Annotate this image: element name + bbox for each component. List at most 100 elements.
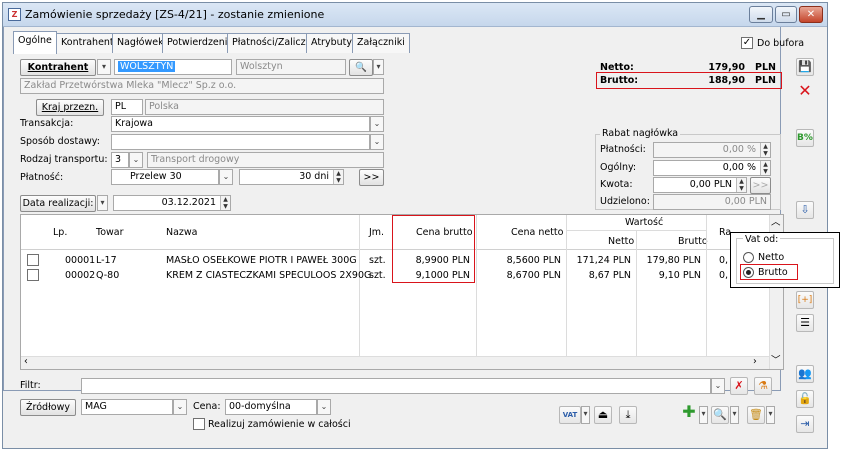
row-checkbox[interactable]	[27, 254, 39, 266]
row-rabat: 0,	[719, 255, 729, 266]
filter-funnel-icon[interactable]: ⚗	[754, 377, 772, 395]
kontrahent-button[interactable]: Kontrahent	[20, 59, 96, 76]
tab-naglowek[interactable]: Nagłówek	[112, 33, 169, 53]
search-dropdown[interactable]: ▾	[373, 59, 384, 75]
platnosc-days-field[interactable]: 30 dni	[239, 169, 344, 185]
users-icon[interactable]: 👥	[796, 365, 814, 383]
brutto-total-label: Brutto:	[600, 75, 639, 86]
minimize-button[interactable]: ▁	[749, 6, 773, 23]
zoom-icon[interactable]: 🔍	[711, 406, 729, 424]
cena-select[interactable]: 00-domyślna	[225, 399, 317, 415]
list-icon[interactable]: ☰	[796, 314, 814, 332]
filter-label: Filtr:	[20, 380, 41, 391]
rabat-platnosci-field: 0,00 %	[653, 142, 771, 158]
rabat-kwota-more-button[interactable]: >>	[750, 177, 771, 194]
rodzaj-dropdown-icon[interactable]: ⌄	[129, 152, 143, 168]
magazyn-dropdown-icon[interactable]: ⌄	[173, 399, 187, 415]
col-header-nazwa[interactable]: Nazwa	[166, 227, 198, 239]
col-header-brutto[interactable]: Brutto	[678, 236, 708, 248]
kraj-przezn-button[interactable]: Kraj przezn.	[36, 99, 104, 116]
scroll-right-icon[interactable]: ›	[753, 356, 757, 368]
search-kontrahent-button[interactable]: 🔍	[349, 59, 373, 76]
col-header-netto[interactable]: Netto	[608, 236, 634, 248]
kraj-button-label: Kraj przezn.	[41, 102, 99, 113]
zrodlowy-button[interactable]: Źródłowy	[20, 399, 76, 416]
tab-zalaczniki[interactable]: Załączniki	[352, 33, 410, 53]
tab-atrybuty[interactable]: Atrybuty	[306, 33, 357, 53]
vat-netto-radio[interactable]	[743, 252, 754, 263]
filter-input[interactable]	[81, 378, 711, 394]
platnosc-dropdown-icon[interactable]: ⌄	[219, 169, 233, 185]
save-icon[interactable]: 💾	[796, 58, 814, 76]
col-header-wartosc: Wartość	[625, 217, 664, 228]
trash-icon[interactable]: 🗑	[747, 406, 765, 424]
cena-dropdown-icon[interactable]: ⌄	[317, 399, 331, 415]
sposob-dostawy-select[interactable]	[111, 134, 370, 150]
data-realizacji-spinner[interactable]: ▲ ▼	[220, 196, 230, 210]
scroll-up-icon[interactable]: ︿	[771, 217, 781, 229]
trash-dropdown-icon[interactable]: ▾	[766, 406, 775, 424]
col-separator	[359, 215, 360, 367]
discount-icon[interactable]: B%	[796, 129, 814, 147]
zoom-dropdown-icon[interactable]: ▾	[730, 406, 739, 424]
realizuj-checkbox[interactable]	[193, 418, 205, 430]
data-realizacji-button[interactable]: Data realizacji:	[20, 195, 96, 212]
filter-dropdown-icon[interactable]: ⌄	[711, 378, 725, 394]
add-icon[interactable]: ✚	[680, 404, 698, 422]
rabat-platnosci-spinner: ▲ ▼	[760, 143, 770, 157]
col-header-jm[interactable]: Jm.	[369, 227, 384, 239]
col-header-cena-netto[interactable]: Cena netto	[511, 227, 563, 239]
row-checkbox[interactable]	[27, 269, 39, 281]
kontrahent-dropdown[interactable]: ▾	[97, 59, 111, 75]
title-bar: Z Zamówienie sprzedaży [ZS-4/21] - zosta…	[3, 3, 827, 27]
row-cena-brutto: 9,1000 PLN	[415, 270, 470, 281]
rabat-kwota-spinner[interactable]: ▲ ▼	[736, 178, 746, 192]
rodzaj-transportu-code[interactable]: 3	[111, 152, 129, 168]
platnosc-label: Płatność:	[20, 172, 64, 183]
platnosc-select[interactable]: Przelew 30	[111, 169, 219, 185]
merge-icon[interactable]: [+]	[796, 291, 814, 309]
do-bufora-label: Do bufora	[757, 38, 805, 49]
kraj-code-field[interactable]: PL	[111, 99, 143, 115]
col-header-towar[interactable]: Towar	[96, 227, 124, 239]
rabat-ogolny-field[interactable]: 0,00 %	[653, 160, 771, 176]
rabat-kwota-label: Kwota:	[600, 179, 633, 190]
cancel-icon[interactable]: ✕	[796, 83, 814, 101]
platnosc-days-spinner[interactable]: ▲ ▼	[333, 170, 343, 184]
col-separator	[566, 215, 567, 367]
scroll-down-icon[interactable]: ﹀	[771, 355, 781, 367]
import-icon[interactable]: ⤓	[619, 406, 637, 424]
brutto-total-value: 188,90	[708, 75, 745, 86]
transakcja-select[interactable]: Krajowa	[111, 116, 370, 132]
export-icon[interactable]: ⏏	[594, 406, 612, 424]
clear-filter-icon[interactable]: ✗	[730, 377, 748, 395]
tab-platnosci-zaliczki[interactable]: Płatności/Zaliczki	[227, 33, 319, 53]
do-bufora-checkbox[interactable]: ✓	[741, 37, 753, 49]
data-realizacji-field[interactable]: 03.12.2021	[113, 195, 231, 211]
scroll-left-icon[interactable]: ‹	[24, 356, 28, 368]
row-jm: szt.	[369, 255, 386, 266]
vat-brutto-radio[interactable]	[743, 267, 754, 278]
rabat-kwota-field[interactable]: 0,00 PLN	[653, 177, 747, 193]
vat-dropdown-icon[interactable]: ▾	[581, 406, 590, 424]
lock-icon[interactable]: 🔓	[796, 390, 814, 408]
sposob-dropdown-icon[interactable]: ⌄	[370, 134, 384, 150]
document-flow-icon[interactable]: ⇩	[796, 201, 814, 219]
data-realizacji-dropdown[interactable]: ▾	[97, 195, 108, 211]
add-dropdown-icon[interactable]: ▾	[699, 406, 708, 424]
vat-od-title: Vat od:	[743, 234, 781, 246]
pin-icon[interactable]: ⇥	[796, 415, 814, 433]
grid-horizontal-scrollbar[interactable]	[21, 356, 769, 369]
platnosc-more-button[interactable]: >>	[359, 169, 384, 186]
tab-kontrahent[interactable]: Kontrahent	[56, 33, 119, 53]
col-header-lp[interactable]: Lp.	[53, 227, 67, 239]
close-window-button[interactable]: ✕	[799, 6, 823, 23]
tab-ogolne[interactable]: Ogólne	[13, 31, 57, 54]
rabat-ogolny-spinner[interactable]: ▲ ▼	[760, 161, 770, 175]
transakcja-dropdown-icon[interactable]: ⌄	[370, 116, 384, 132]
rabat-udzielono-field: 0,00 PLN	[653, 194, 771, 210]
vat-icon[interactable]: VAT	[559, 406, 581, 424]
maximize-button[interactable]: ▭	[775, 6, 797, 23]
magazyn-select[interactable]: MAG	[81, 399, 173, 415]
kontrahent-code-field[interactable]: WOLSZTYN	[114, 59, 232, 75]
